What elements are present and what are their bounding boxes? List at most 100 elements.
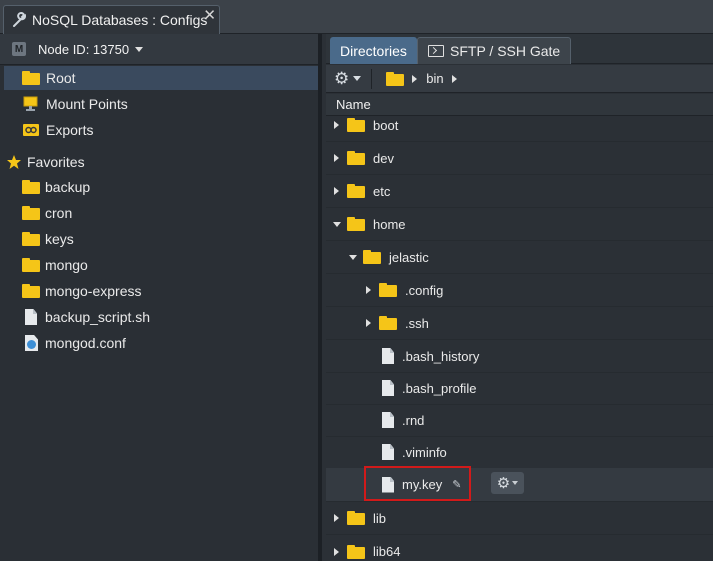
close-icon[interactable]: ✕: [203, 6, 216, 24]
favorite-item-backup-script[interactable]: backup_script.sh: [4, 305, 318, 329]
expand-icon[interactable]: [364, 286, 373, 294]
expand-icon[interactable]: [332, 187, 341, 195]
file-icon: [382, 380, 394, 396]
tree-item-label: backup: [45, 179, 91, 195]
node-id-label: Node ID: 13750: [38, 41, 130, 57]
row-actions-button[interactable]: ⚙: [491, 472, 524, 494]
folder-icon: [22, 284, 40, 298]
favorite-item-mongod-conf[interactable]: mongod.conf: [4, 331, 318, 355]
row-label: .bash_profile: [402, 380, 477, 396]
tree-row-boot[interactable]: boot: [326, 109, 713, 142]
tree-row-dev[interactable]: dev: [326, 142, 713, 175]
favorites-label: Favorites: [27, 154, 85, 170]
tree-item-exports[interactable]: Exports: [4, 118, 318, 142]
expand-icon[interactable]: [332, 154, 341, 162]
file-icon: [382, 444, 394, 460]
expand-icon[interactable]: [332, 547, 341, 556]
favorite-item-mongo-express[interactable]: mongo-express: [4, 279, 318, 303]
tree-item-mount-points[interactable]: Mount Points: [4, 92, 318, 116]
gear-icon: ⚙: [496, 474, 511, 492]
row-label: .config: [405, 282, 444, 298]
row-label: .bash_history: [402, 348, 480, 364]
collapse-icon[interactable]: [332, 221, 341, 227]
tree-row-ssh[interactable]: .ssh: [326, 307, 713, 340]
link-icon: [22, 123, 40, 137]
window-tab[interactable]: NoSQL Databases : Configs ✕: [3, 5, 220, 34]
favorite-item-cron[interactable]: cron: [4, 201, 318, 225]
tree-item-label: mongod.conf: [45, 335, 126, 351]
panel-tabs: Directories SFTP / SSH Gate: [326, 34, 713, 64]
row-label: jelastic: [389, 249, 429, 265]
tree-row-lib[interactable]: lib: [326, 502, 713, 535]
tree-row-viminfo[interactable]: .viminfo: [326, 436, 713, 469]
tree-row-etc[interactable]: etc: [326, 175, 713, 208]
config-file-icon: [25, 335, 38, 351]
tree-item-label: backup_script.sh: [45, 309, 151, 325]
folder-icon: [379, 283, 397, 297]
folder-icon: [22, 71, 40, 85]
chevron-down-icon[interactable]: [135, 46, 144, 52]
row-label: etc: [373, 183, 391, 199]
expand-icon[interactable]: [364, 319, 373, 327]
folder-icon: [22, 180, 40, 194]
tree-row-bash-history[interactable]: .bash_history: [326, 340, 713, 373]
highlight-box: [364, 466, 471, 501]
row-label: dev: [373, 150, 394, 166]
tree-item-label: keys: [45, 231, 74, 247]
collapse-icon[interactable]: [348, 254, 357, 260]
tree-row-rnd[interactable]: .rnd: [326, 404, 713, 437]
chevron-down-icon: [512, 481, 519, 485]
tree-item-label: mongo-express: [45, 283, 142, 299]
tree-row-home[interactable]: home: [326, 208, 713, 241]
chevron-down-icon: [353, 76, 362, 81]
tree-row-jelastic[interactable]: jelastic: [326, 241, 713, 274]
settings-menu-button[interactable]: ⚙: [334, 69, 362, 88]
tab-sftp-ssh-gate[interactable]: SFTP / SSH Gate: [417, 37, 572, 64]
directory-toolbar: ⚙ bin: [326, 65, 713, 93]
monitor-icon: [22, 96, 40, 112]
folder-icon: [379, 316, 397, 330]
tree-row-config[interactable]: .config: [326, 274, 713, 307]
tree-item-label: cron: [45, 205, 73, 221]
toolbar-divider: [371, 68, 373, 89]
expand-icon[interactable]: [332, 121, 341, 129]
window-tab-bar: NoSQL Databases : Configs ✕: [0, 0, 713, 34]
file-icon: [382, 412, 394, 428]
folder-icon: [363, 250, 381, 264]
folder-icon[interactable]: [386, 71, 405, 86]
gear-icon: ⚙: [334, 69, 350, 88]
expand-icon[interactable]: [332, 514, 341, 522]
row-label: .viminfo: [402, 444, 447, 460]
chevron-right-icon[interactable]: [451, 74, 457, 83]
tree-row-lib64[interactable]: lib64: [326, 535, 713, 561]
breadcrumb-item[interactable]: bin: [426, 71, 443, 86]
tree-item-label: Exports: [46, 122, 94, 138]
favorite-item-mongo[interactable]: mongo: [4, 253, 318, 277]
row-label: boot: [373, 117, 399, 133]
chevron-right-icon: [412, 74, 418, 83]
row-label: .ssh: [405, 315, 429, 331]
file-icon: [382, 348, 394, 364]
favorites-header[interactable]: Favorites: [4, 150, 318, 174]
file-icon: [25, 309, 37, 325]
tree-item-label: Root: [46, 70, 76, 86]
folder-icon: [347, 184, 365, 198]
folder-icon: [22, 232, 40, 246]
star-icon: [6, 154, 22, 170]
tree-item-root[interactable]: Root: [4, 66, 318, 90]
tab-label: SFTP / SSH Gate: [450, 43, 561, 59]
folder-icon: [347, 217, 365, 231]
favorite-item-keys[interactable]: keys: [4, 227, 318, 251]
folder-icon: [347, 511, 365, 525]
row-label: lib: [373, 510, 387, 526]
node-selector[interactable]: M Node ID: 13750: [0, 34, 318, 65]
tree-row-bash-profile[interactable]: .bash_profile: [326, 372, 713, 405]
window-title: NoSQL Databases : Configs: [32, 12, 208, 28]
folder-icon: [22, 206, 40, 220]
tab-directories[interactable]: Directories: [330, 37, 417, 64]
row-label: home: [373, 216, 406, 232]
favorite-item-backup[interactable]: backup: [4, 175, 318, 199]
left-panel: M Node ID: 13750 Root Mount Points Expor…: [0, 34, 322, 561]
row-label: .rnd: [402, 412, 425, 428]
folder-icon: [347, 151, 365, 165]
